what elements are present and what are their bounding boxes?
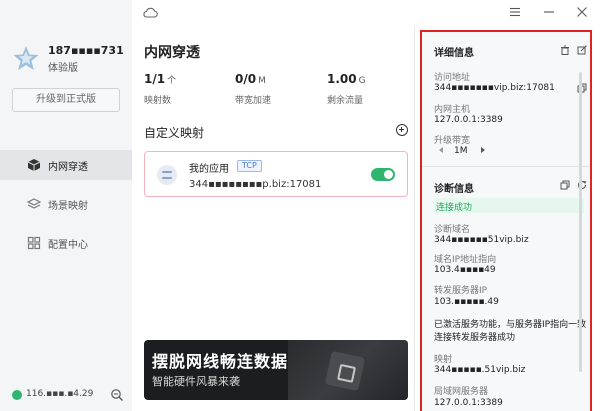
stat-unit: 个 bbox=[167, 76, 177, 86]
stat-label: 映射数 bbox=[144, 96, 172, 106]
detail-title: 详细信息 bbox=[434, 48, 474, 59]
cube-icon bbox=[27, 159, 41, 171]
stat-value: 0/0 bbox=[235, 72, 257, 86]
upgrade-button[interactable]: 升级到正式版 bbox=[12, 88, 120, 112]
app-window: 187▪▪▪▪731 体验版 升级到正式版 内网穿透 场景映射 配置中心 116… bbox=[0, 0, 600, 411]
hardware-device-image bbox=[324, 350, 366, 392]
public-ip: 116.▪▪▪.▪4.29 bbox=[26, 389, 94, 399]
sidebar-item-config-center[interactable]: 配置中心 bbox=[0, 228, 132, 258]
user-profile[interactable]: 187▪▪▪▪731 体验版 bbox=[12, 44, 130, 74]
panel-divider bbox=[414, 26, 415, 411]
internal-host-value: 127.0.0.1:3389 bbox=[434, 115, 503, 125]
page-title: 内网穿透 bbox=[144, 45, 200, 61]
bandwidth-decrease-icon[interactable] bbox=[438, 146, 444, 154]
add-mapping-button[interactable] bbox=[396, 124, 408, 136]
diag-message-connected: 连接转发服务器成功 bbox=[434, 333, 516, 343]
stat-label: 剩余流量 bbox=[327, 96, 364, 106]
internal-host-label: 内网主机 bbox=[434, 105, 471, 115]
access-address-value: 344▪▪▪▪▪▪▪vip.biz:17081 bbox=[434, 83, 555, 93]
banner-headline: 摆脱网线畅连数据 bbox=[152, 352, 289, 371]
star-avatar-icon bbox=[13, 46, 39, 70]
minimize-icon[interactable] bbox=[542, 5, 556, 19]
mapping-address: 344▪▪▪▪▪▪▪▪p.biz:17081 bbox=[189, 179, 322, 190]
stat-value: 1/1 bbox=[144, 72, 166, 86]
forward-server-value: 103.▪▪▪▪▪.49 bbox=[434, 297, 499, 307]
mapping-card[interactable]: 我的应用 TCP 344▪▪▪▪▪▪▪▪p.biz:17081 bbox=[144, 151, 408, 197]
layers-icon bbox=[27, 198, 41, 209]
title-bar bbox=[132, 0, 600, 26]
stat-unit: M bbox=[258, 76, 266, 86]
mapping-app-icon bbox=[157, 165, 177, 185]
user-phone: 187▪▪▪▪731 bbox=[48, 44, 124, 57]
menu-icon[interactable] bbox=[508, 5, 522, 19]
sidebar-item-label: 配置中心 bbox=[48, 240, 88, 251]
diag-domain-value: 344▪▪▪▪▪▪51vip.biz bbox=[434, 235, 529, 245]
grid-icon bbox=[27, 236, 41, 250]
sidebar-item-nat-traversal[interactable]: 内网穿透 bbox=[0, 150, 132, 180]
copy-icon[interactable] bbox=[560, 180, 570, 190]
forward-server-label: 转发服务器IP bbox=[434, 286, 488, 296]
stat-unit: G bbox=[358, 76, 366, 86]
edit-icon[interactable] bbox=[577, 45, 587, 55]
stat-value: 1.00 bbox=[327, 72, 357, 86]
bandwidth-increase-icon[interactable] bbox=[480, 146, 486, 154]
zoom-search-icon[interactable] bbox=[110, 388, 124, 402]
mapping-enable-toggle[interactable] bbox=[371, 168, 395, 181]
upgrade-bandwidth-label: 升级带宽 bbox=[434, 136, 471, 146]
stat-bandwidth: 0/0 M 带宽加速 bbox=[235, 72, 271, 106]
stat-remaining-traffic: 1.00 G 剩余流量 bbox=[327, 72, 366, 106]
online-status-icon bbox=[12, 390, 22, 400]
close-icon[interactable] bbox=[575, 5, 589, 19]
mapping-value: 344▪▪▪▪▪.51vip.biz bbox=[434, 365, 526, 375]
detail-panel: 详细信息 访问地址 344▪▪▪▪▪▪▪vip.biz:17081 内网主机 1… bbox=[420, 30, 592, 411]
sidebar-item-label: 内网穿透 bbox=[48, 162, 88, 173]
stat-mapping-count: 1/1 个 映射数 bbox=[144, 72, 176, 106]
access-address-label: 访问地址 bbox=[434, 73, 471, 83]
connection-status: 连接成功 bbox=[436, 203, 473, 213]
public-ip-status: 116.▪▪▪.▪4.29 bbox=[12, 387, 124, 403]
custom-mapping-title: 自定义映射 bbox=[144, 126, 205, 140]
trash-icon[interactable] bbox=[560, 45, 570, 55]
panel-scrollbar[interactable] bbox=[579, 72, 582, 372]
diagnostic-title: 诊断信息 bbox=[434, 184, 474, 195]
protocol-badge: TCP bbox=[237, 160, 262, 172]
user-plan: 体验版 bbox=[48, 63, 78, 74]
section-separator bbox=[422, 166, 590, 167]
bandwidth-value: 1M bbox=[454, 146, 468, 156]
mapping-label: 映射 bbox=[434, 355, 453, 365]
promo-banner[interactable]: 摆脱网线畅连数据 智能硬件风暴来袭 bbox=[144, 340, 408, 400]
domain-ip-label: 域名IP地址指向 bbox=[434, 255, 497, 265]
mapping-name: 我的应用 bbox=[189, 164, 229, 175]
diag-domain-label: 诊断域名 bbox=[434, 225, 471, 235]
lan-server-label: 局域网服务器 bbox=[434, 387, 489, 397]
sidebar: 187▪▪▪▪731 体验版 升级到正式版 内网穿透 场景映射 配置中心 116… bbox=[0, 0, 132, 411]
lan-server-value: 127.0.0.1:3389 bbox=[434, 398, 503, 408]
sidebar-item-label: 场景映射 bbox=[48, 201, 88, 212]
diag-message-activated: 已激活服务功能，与服务器IP指向一致 bbox=[434, 320, 587, 330]
cloud-icon bbox=[143, 7, 158, 18]
sidebar-item-scene-mapping[interactable]: 场景映射 bbox=[0, 189, 132, 219]
connection-status-box: 连接成功 bbox=[434, 198, 584, 213]
stat-label: 带宽加速 bbox=[235, 96, 272, 106]
domain-ip-value: 103.4▪▪▪▪49 bbox=[434, 265, 496, 275]
banner-subline: 智能硬件风暴来袭 bbox=[152, 375, 240, 388]
